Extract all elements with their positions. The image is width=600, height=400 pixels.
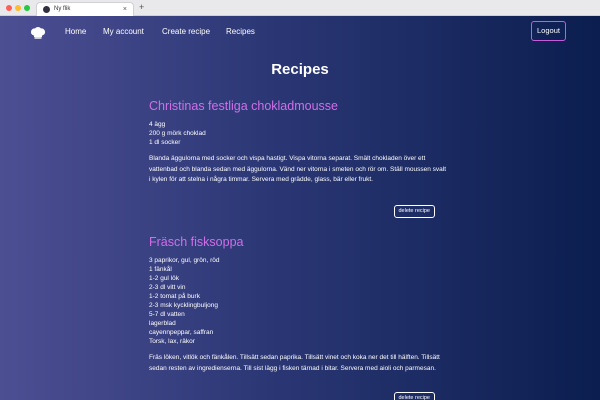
- ingredient-item: 1-2 tomat på burk: [149, 293, 200, 300]
- delete-recipe-button[interactable]: delete recipe: [393, 205, 435, 218]
- ingredient-item: 2-3 msk kycklingbuljong: [149, 302, 219, 309]
- ingredient-list: 4 ägg 200 g mörk choklad 1 dl socker: [149, 120, 449, 147]
- ingredient-item: 1 fänkål: [149, 266, 172, 273]
- recipe-title: Fräsch fisksoppa: [149, 235, 244, 249]
- nav-my-account-link[interactable]: My account: [103, 27, 144, 37]
- ingredient-item: cayennpeppar, saffran: [149, 329, 214, 336]
- ingredient-item: Torsk, lax, räkor: [149, 338, 195, 345]
- nav-create-recipe-link[interactable]: Create recipe: [162, 27, 210, 37]
- recipe-title: Christinas festliga chokladmousse: [149, 99, 338, 113]
- ingredient-item: lagerblad: [149, 320, 176, 327]
- ingredient-list: 3 paprikor, gul, grön, röd 1 fänkål 1-2 …: [149, 256, 449, 346]
- ingredient-item: 200 g mörk choklad: [149, 130, 206, 137]
- chef-hat-icon[interactable]: [30, 27, 46, 39]
- nav-recipes-link[interactable]: Recipes: [226, 27, 255, 37]
- recipe-card: Christinas festliga chokladmousse 4 ägg …: [149, 98, 449, 218]
- new-tab-icon[interactable]: +: [139, 2, 144, 13]
- close-window-button[interactable]: [6, 5, 12, 11]
- nav-home-link[interactable]: Home: [65, 27, 86, 37]
- browser-tab[interactable]: Ny flik ×: [36, 2, 134, 16]
- recipe-instructions: Fräs löken, vitlök och fänkålen. Tillsät…: [149, 354, 440, 372]
- tab-favicon-icon: [43, 6, 50, 13]
- tab-close-icon[interactable]: ×: [123, 5, 127, 14]
- minimize-window-button[interactable]: [15, 5, 21, 11]
- ingredient-item: 5-7 dl vatten: [149, 311, 185, 318]
- browser-tab-bar: Ny flik × +: [0, 0, 600, 16]
- logout-button[interactable]: Logout: [531, 21, 566, 41]
- ingredient-item: 1 dl socker: [149, 139, 181, 146]
- ingredient-item: 4 ägg: [149, 121, 166, 128]
- page-title: Recipes: [271, 61, 329, 78]
- tab-title: Ny flik: [54, 6, 71, 12]
- recipe-card: Fräsch fisksoppa 3 paprikor, gul, grön, …: [149, 234, 449, 400]
- maximize-window-button[interactable]: [24, 5, 30, 11]
- page-viewport: Home My account Create recipe Recipes Lo…: [0, 16, 600, 400]
- ingredient-item: 3 paprikor, gul, grön, röd: [149, 257, 220, 264]
- delete-recipe-button[interactable]: delete recipe: [393, 392, 435, 400]
- recipe-instructions: Blanda äggulorna med socker och vispa ha…: [149, 155, 447, 183]
- ingredient-item: 2-3 dl vitt vin: [149, 284, 186, 291]
- ingredient-item: 1-2 gul lök: [149, 275, 179, 282]
